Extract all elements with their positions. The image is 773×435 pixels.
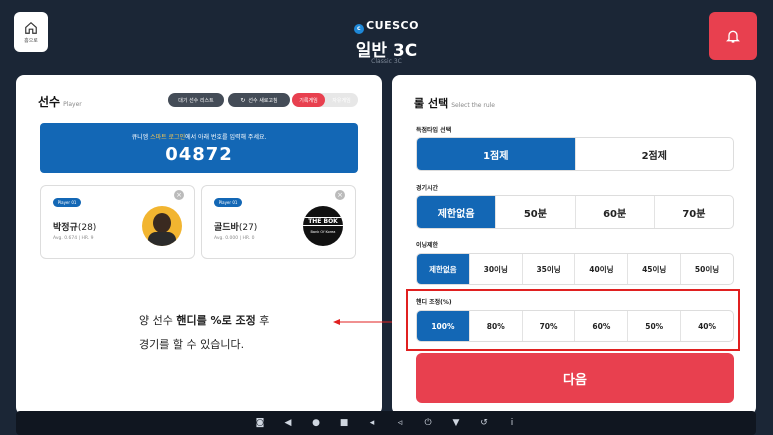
time-option[interactable]: 50분 — [495, 196, 574, 228]
refresh-label: 선수 새로고침 — [248, 97, 278, 104]
login-code-box: 큐니엠 스마트 로그인에서 아래 번호를 입력해 주세요. 04872 — [40, 123, 358, 173]
page-subtitle: Classic 3C — [371, 58, 402, 65]
top-bar: 홈으로 c CUESCO 일반 3C Classic 3C — [0, 0, 773, 72]
power-icon[interactable]: ⏻ — [423, 418, 433, 428]
player-badge: Player 01 — [214, 198, 242, 207]
rule-panel: 룰 선택 Select the rule 득점타입 선택 1점제 2점제 경기시간… — [392, 75, 756, 415]
annotation-line-1: 양 선수 핸디를 %로 조정 후 — [139, 309, 269, 333]
inning-selector: 제한없음 30이닝 35이닝 40이닝 45이닝 50이닝 — [416, 253, 734, 285]
player-age: (27) — [238, 223, 258, 233]
time-option[interactable]: 제한없음 — [417, 196, 496, 228]
hint-suffix: 에서 아래 번호를 입력해 주세요. — [185, 134, 267, 141]
bell-icon — [726, 30, 740, 43]
avatar-logo-top: THE BOK — [303, 217, 343, 226]
brand-logo: c CUESCO — [0, 19, 773, 34]
avatar-logo-bottom: Bank Of Korea — [310, 230, 336, 234]
login-code: 04872 — [165, 144, 233, 165]
rotate-icon[interactable]: ↺ — [479, 418, 489, 428]
player-stats: Avg. 0.674 | HR. 9 — [53, 236, 94, 241]
home-icon[interactable]: ● — [311, 418, 321, 428]
brand-name: CUESCO — [366, 19, 419, 32]
avatar-body — [148, 232, 176, 246]
recents-icon[interactable]: ■ — [339, 418, 349, 428]
info-icon[interactable]: i — [507, 418, 517, 428]
scoring-label: 득점타입 선택 — [416, 127, 452, 134]
player-panel: 선수 Player 대기 선수 리스트 ↻ 선수 새로고침 기록게임 자유게임 큐니… — [16, 75, 382, 415]
scoring-option[interactable]: 2점제 — [574, 138, 734, 170]
volume-up-icon[interactable]: ◃ — [395, 418, 405, 428]
alert-button[interactable] — [709, 12, 757, 60]
scoring-selector: 1점제 2점제 — [416, 137, 734, 171]
player-panel-title: 선수 Player — [38, 93, 82, 110]
inning-label: 이닝제한 — [416, 242, 439, 249]
avatar-face — [153, 213, 171, 233]
player-age: (28) — [77, 223, 97, 233]
rule-panel-title: 룰 선택 Select the rule — [414, 95, 495, 111]
player-name-text: 골드바 — [214, 223, 239, 233]
player-stats: Avg. 0.000 | HR. 0 — [214, 236, 255, 241]
time-label: 경기시간 — [416, 185, 439, 192]
annotation-part: 후 — [255, 314, 270, 327]
mode-free-option[interactable]: 자유게임 — [325, 93, 358, 107]
cuesco-logo-icon: c — [354, 24, 365, 34]
refresh-icon: ↻ — [240, 96, 246, 104]
back-icon[interactable]: ◀ — [283, 418, 293, 428]
hint-prefix: 큐니엠 — [131, 134, 151, 141]
remove-player-icon[interactable]: × — [174, 190, 184, 200]
mode-record-option[interactable]: 기록게임 — [292, 93, 325, 107]
inning-option[interactable]: 40이닝 — [574, 254, 627, 284]
player-card[interactable]: Player 01 × 박정규(28) Avg. 0.674 | HR. 9 — [40, 185, 195, 259]
annotation-line-2: 경기를 할 수 있습니다. — [139, 338, 245, 351]
annotation-text: 양 선수 핸디를 %로 조정 후 경기를 할 수 있습니다. — [139, 309, 269, 357]
hint-highlight: 스마트 로그인 — [150, 134, 186, 141]
player-avatar: THE BOK Bank Of Korea — [303, 206, 343, 246]
inning-option[interactable]: 30이닝 — [468, 254, 522, 284]
player-avatar — [142, 206, 182, 246]
time-option[interactable]: 60분 — [574, 196, 654, 228]
annotation-emphasis: 핸디를 %로 조정 — [176, 314, 256, 327]
login-hint: 큐니엠 스마트 로그인에서 아래 번호를 입력해 주세요. — [40, 132, 358, 141]
device-nav-bar: ◙ ◀ ● ■ ◂ ◃ ⏻ ▼ ↺ i — [16, 411, 756, 435]
player-badge: Player 01 — [53, 198, 81, 207]
annotation-part: 양 선수 — [139, 314, 177, 327]
rule-title-text: 룰 선택 — [414, 97, 449, 110]
refresh-players-button[interactable]: ↻ 선수 새로고침 — [228, 93, 290, 107]
volume-down-icon[interactable]: ◂ — [367, 418, 377, 428]
wait-list-button[interactable]: 대기 선수 리스트 — [168, 93, 224, 107]
player-name: 골드바(27) — [214, 220, 257, 233]
player-title-en: Player — [63, 101, 82, 108]
next-button[interactable]: 다음 — [416, 353, 734, 403]
time-option[interactable]: 70분 — [653, 196, 733, 228]
handicap-highlight-box — [406, 289, 740, 351]
inning-option[interactable]: 50이닝 — [680, 254, 733, 284]
player-card[interactable]: Player 01 × 골드바(27) Avg. 0.000 | HR. 0 T… — [201, 185, 356, 259]
inning-option[interactable]: 제한없음 — [417, 254, 469, 284]
inning-option[interactable]: 45이닝 — [627, 254, 680, 284]
player-name-text: 박정규 — [53, 223, 78, 233]
time-selector: 제한없음 50분 60분 70분 — [416, 195, 734, 229]
camera-icon[interactable]: ◙ — [255, 418, 265, 428]
player-name: 박정규(28) — [53, 220, 96, 233]
inning-option[interactable]: 35이닝 — [521, 254, 575, 284]
remove-player-icon[interactable]: × — [335, 190, 345, 200]
player-title-text: 선수 — [38, 95, 61, 109]
menu-down-icon[interactable]: ▼ — [451, 418, 461, 428]
rule-title-en: Select the rule — [451, 102, 496, 109]
game-mode-toggle[interactable]: 기록게임 자유게임 — [292, 93, 358, 107]
scoring-option[interactable]: 1점제 — [417, 138, 575, 170]
